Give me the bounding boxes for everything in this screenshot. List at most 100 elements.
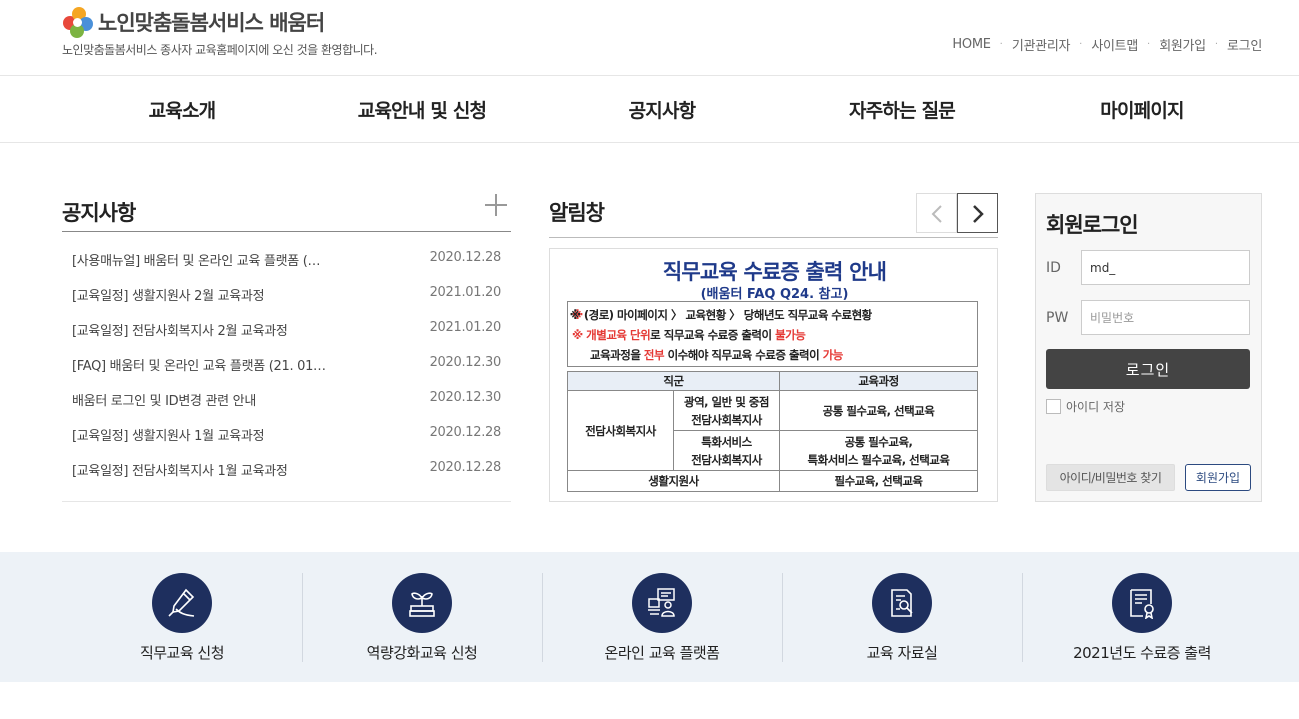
next-button[interactable] bbox=[957, 193, 998, 233]
id-label: ID bbox=[1046, 260, 1061, 276]
login-panel: 회원로그인 ID PW 로그인 아이디 저장 아이디/비밀번호 찾기 회원가입 bbox=[1035, 193, 1262, 502]
notice-item-date: 2020.12.30 bbox=[429, 390, 502, 405]
site-name: 노인맞춤돌봄서비스 배움터 bbox=[98, 11, 325, 35]
table-cell: 특화서비스 전담사회복지사 bbox=[673, 430, 780, 471]
notice-item-date: 2021.01.20 bbox=[429, 320, 502, 335]
banner-line2-a: ※ 개별교육 단위 bbox=[572, 328, 651, 342]
main-nav: 교육소개 교육안내 및 신청 공지사항 자주하는 질문 마이페이지 bbox=[0, 76, 1299, 143]
banner-line2-c: 불가능 bbox=[775, 328, 806, 342]
notice-section: 공지사항 [사용매뉴얼] 배움터 및 온라인 교육 플랫폼 (… 2020.12.… bbox=[62, 192, 511, 502]
table-cell: 광역, 일반 및 중점 전담사회복지사 bbox=[673, 390, 780, 431]
plus-icon[interactable] bbox=[485, 194, 507, 216]
id-input[interactable] bbox=[1081, 250, 1250, 285]
quick-item-label: 직무교육 신청 bbox=[139, 644, 225, 662]
alert-section: 알림창 직무교육 수료증 출력 안내 (배움터 FAQ Q24. 참고) ※※ … bbox=[549, 192, 998, 502]
util-link-join[interactable]: 회원가입 bbox=[1159, 35, 1206, 54]
banner-line3-c: 이수해야 직무교육 수료증 출력이 bbox=[664, 348, 823, 362]
quick-item-label: 교육 자료실 bbox=[866, 644, 938, 662]
nav-item-intro[interactable]: 교육소개 bbox=[62, 96, 302, 123]
nav-item-education[interactable]: 교육안내 및 신청 bbox=[302, 96, 542, 123]
table-cell: 공통 필수교육, 특화서비스 필수교육, 선택교육 bbox=[779, 430, 978, 471]
pw-label: PW bbox=[1046, 310, 1069, 326]
nav-item-mypage[interactable]: 마이페이지 bbox=[1022, 96, 1262, 123]
quick-item-online-platform[interactable]: 온라인 교육 플랫폼 bbox=[542, 552, 782, 682]
alert-banner[interactable]: 직무교육 수료증 출력 안내 (배움터 FAQ Q24. 참고) ※※ (경로)… bbox=[549, 248, 998, 502]
separator: · bbox=[1147, 39, 1151, 50]
separator: · bbox=[999, 39, 1003, 50]
list-item[interactable]: [교육일정] 전담사회복지사 1월 교육과정 2020.12.28 bbox=[62, 451, 511, 486]
quick-menu: 직무교육 신청 역량강화교육 신청 온라인 교육 플랫폼 교육 자료실 2021… bbox=[0, 552, 1299, 682]
list-item[interactable]: [교육일정] 생활지원사 1월 교육과정 2020.12.28 bbox=[62, 416, 511, 451]
divider bbox=[549, 237, 998, 238]
notice-item-date: 2020.12.28 bbox=[429, 250, 502, 265]
notice-item-date: 2020.12.28 bbox=[429, 460, 502, 475]
table-header: 직군 bbox=[567, 371, 780, 391]
notice-item-title[interactable]: 배움터 로그인 및 ID변경 관련 안내 bbox=[72, 390, 352, 409]
table-cell: 생활지원사 bbox=[567, 470, 780, 492]
banner-path: ※ (경로) 마이페이지 〉 교육현황 〉 당해년도 직무교육 수료현황 bbox=[569, 308, 873, 322]
chevron-left-icon bbox=[931, 205, 942, 223]
checkbox-icon[interactable] bbox=[1046, 399, 1061, 414]
list-item[interactable]: [사용매뉴얼] 배움터 및 온라인 교육 플랫폼 (… 2020.12.28 bbox=[62, 241, 511, 276]
alert-title: 알림창 bbox=[549, 201, 605, 225]
save-id-checkbox[interactable]: 아이디 저장 bbox=[1046, 398, 1125, 415]
quick-item-certificate[interactable]: 2021년도 수료증 출력 bbox=[1022, 552, 1262, 682]
nav-item-faq[interactable]: 자주하는 질문 bbox=[782, 96, 1022, 123]
notice-item-date: 2021.01.20 bbox=[429, 285, 502, 300]
find-account-button[interactable]: 아이디/비밀번호 찾기 bbox=[1046, 464, 1175, 491]
list-item[interactable]: [교육일정] 전담사회복지사 2월 교육과정 2021.01.20 bbox=[62, 311, 511, 346]
notice-title: 공지사항 bbox=[62, 201, 136, 225]
certificate-icon bbox=[1130, 589, 1154, 619]
quick-item-job-training[interactable]: 직무교육 신청 bbox=[62, 552, 302, 682]
banner-title: 직무교육 수료증 출력 안내 bbox=[662, 260, 887, 284]
notice-item-date: 2020.12.30 bbox=[429, 355, 502, 370]
prev-button[interactable] bbox=[916, 193, 957, 233]
pen-icon bbox=[168, 588, 195, 617]
sprout-book-icon bbox=[409, 592, 435, 617]
separator: · bbox=[1214, 39, 1219, 50]
table-cell: 필수교육, 선택교육 bbox=[779, 470, 978, 492]
site-logo[interactable]: 노인맞춤돌봄서비스 배움터 bbox=[61, 6, 325, 38]
quick-item-resources[interactable]: 교육 자료실 bbox=[782, 552, 1022, 682]
quick-item-label: 역량강화교육 신청 bbox=[366, 644, 478, 662]
notice-item-title[interactable]: [사용매뉴얼] 배움터 및 온라인 교육 플랫폼 (… bbox=[72, 250, 352, 269]
banner-subtitle: (배움터 FAQ Q24. 참고) bbox=[700, 287, 849, 302]
login-button[interactable]: 로그인 bbox=[1046, 349, 1250, 389]
quick-item-label: 2021년도 수료증 출력 bbox=[1073, 644, 1211, 662]
login-title: 회원로그인 bbox=[1046, 213, 1139, 237]
utility-nav: HOME · 기관관리자 · 사이트맵 · 회원가입 · 로그인 bbox=[952, 35, 1262, 54]
notice-item-title[interactable]: [교육일정] 전담사회복지사 1월 교육과정 bbox=[72, 460, 352, 479]
notice-item-title[interactable]: [교육일정] 생활지원사 2월 교육과정 bbox=[72, 285, 352, 304]
nav-item-notice[interactable]: 공지사항 bbox=[542, 96, 782, 123]
save-id-label: 아이디 저장 bbox=[1066, 400, 1126, 414]
chevron-right-icon bbox=[973, 205, 984, 223]
util-link-sitemap[interactable]: 사이트맵 bbox=[1091, 35, 1138, 54]
quick-item-capacity-training[interactable]: 역량강화교육 신청 bbox=[302, 552, 542, 682]
notice-item-title[interactable]: [교육일정] 전담사회복지사 2월 교육과정 bbox=[72, 320, 352, 339]
site-header: 노인맞춤돌봄서비스 배움터 노인맞춤돌봄서비스 종사자 교육홈페이지에 오신 것… bbox=[0, 0, 1299, 76]
list-item[interactable]: 배움터 로그인 및 ID변경 관련 안내 2020.12.30 bbox=[62, 381, 511, 416]
util-link-admin[interactable]: 기관관리자 bbox=[1012, 35, 1071, 54]
list-item[interactable]: [교육일정] 생활지원사 2월 교육과정 2021.01.20 bbox=[62, 276, 511, 311]
list-item[interactable]: [FAQ] 배움터 및 온라인 교육 플랫폼 (21. 01… 2020.12.3… bbox=[62, 346, 511, 381]
banner-line3-a: 교육과정을 bbox=[590, 348, 644, 362]
join-button[interactable]: 회원가입 bbox=[1185, 464, 1251, 491]
logo-mark-icon bbox=[61, 6, 95, 38]
quick-item-label: 온라인 교육 플랫폼 bbox=[604, 644, 720, 662]
document-search-icon bbox=[891, 589, 913, 617]
password-input[interactable] bbox=[1081, 300, 1250, 335]
online-lecture-icon bbox=[648, 588, 675, 617]
table-cell: 공통 필수교육, 선택교육 bbox=[779, 390, 978, 431]
divider bbox=[62, 231, 511, 232]
util-link-home[interactable]: HOME bbox=[952, 37, 991, 52]
site-tagline: 노인맞춤돌봄서비스 종사자 교육홈페이지에 오신 것을 환영합니다. bbox=[62, 43, 378, 57]
notice-item-title[interactable]: [교육일정] 생활지원사 1월 교육과정 bbox=[72, 425, 352, 444]
banner-line3-d: 가능 bbox=[822, 348, 844, 362]
banner-line2-b: 로 직무교육 수료증 출력이 bbox=[650, 328, 776, 342]
notice-item-title[interactable]: [FAQ] 배움터 및 온라인 교육 플랫폼 (21. 01… bbox=[72, 355, 352, 374]
table-header: 교육과정 bbox=[779, 371, 978, 391]
notice-item-date: 2020.12.28 bbox=[429, 425, 502, 440]
banner-line3-b: 전부 bbox=[643, 348, 665, 362]
util-link-login[interactable]: 로그인 bbox=[1227, 35, 1262, 54]
banner-info-box: ※※ (경로) 마이페이지 〉 교육현황 〉 당해년도 직무교육 수료현황 ※ … bbox=[567, 301, 978, 367]
